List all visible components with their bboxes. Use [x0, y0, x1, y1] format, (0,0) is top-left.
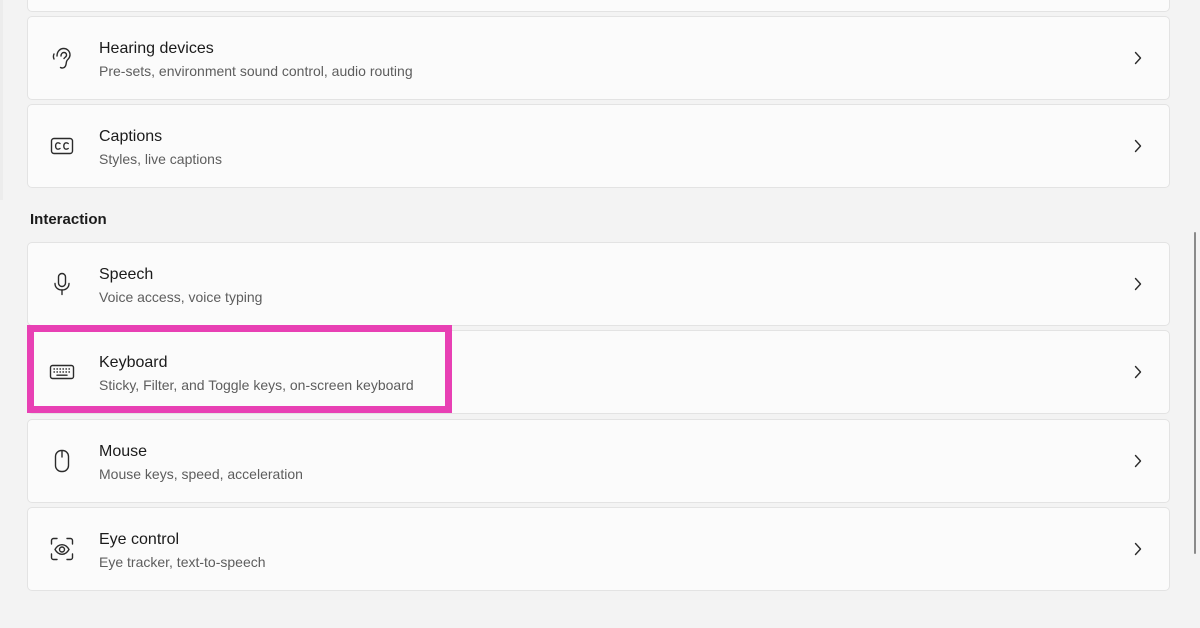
item-subtitle: Styles, live captions: [99, 151, 222, 167]
chevron-right-icon: [1131, 139, 1145, 153]
settings-item-eye-control[interactable]: Eye control Eye tracker, text-to-speech: [27, 507, 1170, 591]
item-title: Captions: [99, 128, 163, 145]
item-subtitle: Pre-sets, environment sound control, aud…: [99, 63, 413, 79]
chevron-right-icon: [1131, 454, 1145, 468]
item-title: Mouse: [99, 443, 148, 460]
settings-item-keyboard[interactable]: Keyboard Sticky, Filter, and Toggle keys…: [27, 330, 1170, 414]
item-subtitle: Voice access, voice typing: [99, 289, 263, 305]
captions-icon: [48, 132, 76, 160]
item-title: Eye control: [99, 531, 180, 548]
item-title: Keyboard: [99, 354, 168, 371]
settings-item-captions[interactable]: Captions Styles, live captions: [27, 104, 1170, 188]
item-subtitle: Sticky, Filter, and Toggle keys, on-scre…: [99, 377, 414, 393]
eye-control-icon: [48, 535, 76, 563]
hearing-icon: [48, 44, 76, 72]
section-header-interaction: Interaction: [30, 211, 107, 228]
microphone-icon: [48, 270, 76, 298]
settings-item-hearing-devices[interactable]: Hearing devices Pre-sets, environment so…: [27, 16, 1170, 100]
settings-item-speech[interactable]: Speech Voice access, voice typing: [27, 242, 1170, 326]
item-subtitle: Eye tracker, text-to-speech: [99, 554, 266, 570]
item-title: Speech: [99, 266, 154, 283]
chevron-right-icon: [1131, 51, 1145, 65]
keyboard-icon: [48, 358, 76, 386]
chevron-right-icon: [1131, 542, 1145, 556]
partial-card-top[interactable]: [27, 0, 1170, 12]
chevron-right-icon: [1131, 365, 1145, 379]
settings-page: Hearing devices Pre-sets, environment so…: [0, 0, 1200, 628]
chevron-right-icon: [1131, 277, 1145, 291]
item-title: Hearing devices: [99, 40, 214, 57]
settings-item-mouse[interactable]: Mouse Mouse keys, speed, acceleration: [27, 419, 1170, 503]
vertical-scrollbar[interactable]: [1194, 232, 1196, 554]
mouse-icon: [48, 447, 76, 475]
window-edge: [0, 0, 3, 200]
item-subtitle: Mouse keys, speed, acceleration: [99, 466, 303, 482]
